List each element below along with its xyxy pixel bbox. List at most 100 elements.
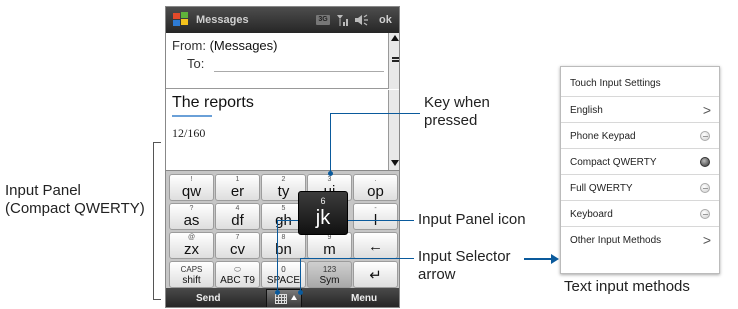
key-label: ABC T9 [220,275,255,286]
callout-arrowhead-icon [551,254,559,264]
menu-item-label: English [570,105,603,116]
key-alt-label: 0 [281,265,286,274]
callout-text: Key when [424,94,490,111]
key-label: as [183,212,200,229]
menu-softkey[interactable]: Menu [351,293,377,304]
radio-button-selected-icon[interactable] [700,157,710,167]
key-l[interactable]: - l [353,203,398,230]
callout-dot [275,290,280,295]
key-when-pressed-callout: Key when pressed [424,94,490,130]
key-label: qw [181,183,202,200]
input-panel-callout: Input Panel (Compact QWERTY) [5,182,145,218]
callout-dot [328,171,333,176]
from-value: (Messages) [209,38,278,53]
text-input-methods-caption: Text input methods [564,278,690,295]
scroll-down-icon[interactable] [391,160,399,166]
input-panel-icon-callout: Input Panel icon [418,211,526,228]
key-er[interactable]: 1 er [215,174,260,201]
key-alt-label: CAPS [180,265,203,274]
key-label: m [323,241,336,258]
radio-button-icon[interactable] [700,209,710,219]
input-selector-arrow-callout: Input Selector arrow [418,248,511,284]
from-label: From: [172,38,206,53]
key-qw[interactable]: ! qw [169,174,214,201]
from-field[interactable]: From: (Messages) [172,38,278,53]
menu-item-label: Other Input Methods [570,235,662,246]
key-sym[interactable]: 123 Sym [307,261,352,288]
menu-item-compact-qwerty[interactable]: Compact QWERTY [561,149,719,175]
key-zx[interactable]: @ zx [169,232,214,259]
callout-line [300,258,414,259]
backspace-icon: ← [368,238,383,255]
chevron-right-icon: > [702,102,711,118]
key-m[interactable]: 9 m [307,232,352,259]
key-label: zx [184,241,199,258]
body-scrollbar[interactable] [388,90,399,170]
title-bar: Messages 3G ok [166,7,399,33]
callout-line [330,113,331,173]
menu-item-english[interactable]: English > [561,97,719,123]
menu-item-label: Touch Input Settings [570,78,661,89]
callout-text: (Compact QWERTY) [5,200,145,217]
speaker-icon[interactable] [354,13,370,27]
key-alt-label: 123 [322,265,337,274]
input-panel-button[interactable] [266,289,302,307]
key-alt-label: 6 [320,196,326,206]
key-shift[interactable]: CAPS shift [169,261,214,288]
compact-qwerty-keyboard: ! qw 1 er 2 ty 3 ui . op ? as 4 df 5 [166,170,399,288]
signal-icon [337,15,348,26]
message-body[interactable]: The reports 12/160 [166,90,388,170]
to-label: To: [187,56,205,71]
callout-text: Input Panel [5,182,81,199]
3g-icon: 3G [316,15,330,25]
callout-text: pressed [424,112,478,129]
menu-item-full-qwerty[interactable]: Full QWERTY [561,175,719,201]
key-enter[interactable]: ↵ [353,261,398,288]
scroll-grip-icon[interactable] [392,57,399,62]
key-label: shift [182,275,201,286]
callout-line [277,220,278,292]
message-header: From: (Messages) To: [166,33,388,89]
to-field[interactable] [214,71,384,72]
toggle-switch-icon: ⬭ [234,265,241,274]
key-op[interactable]: . op [353,174,398,201]
ok-button[interactable]: ok [379,14,392,26]
menu-item-touch-input-settings[interactable]: Touch Input Settings [561,67,719,97]
key-label: jk [315,207,331,229]
input-panel-bracket [153,142,161,300]
send-softkey[interactable]: Send [196,293,220,304]
callout-line [300,258,301,293]
message-subject: The reports [172,94,254,111]
input-selector-arrow-icon[interactable] [291,295,297,300]
menu-item-label: Compact QWERTY [570,157,657,168]
header-scrollbar[interactable] [388,33,399,89]
key-df[interactable]: 4 df [215,203,260,230]
menu-item-label: Phone Keypad [570,131,636,142]
menu-item-phone-keypad[interactable]: Phone Keypad [561,123,719,149]
key-bn[interactable]: 8 bn [261,232,306,259]
menu-item-label: Keyboard [570,209,613,220]
menu-item-keyboard[interactable]: Keyboard [561,201,719,227]
enter-icon: ↵ [369,267,382,284]
key-label: Sym [319,275,340,286]
app-title: Messages [196,14,249,26]
key-label: bn [275,241,292,258]
menu-item-other-input-methods[interactable]: Other Input Methods > [561,227,719,253]
scroll-up-icon[interactable] [391,35,399,41]
input-methods-menu: Touch Input Settings English > Phone Key… [560,66,720,274]
callout-dot [298,290,303,295]
text-cursor-underline [172,115,212,117]
key-as[interactable]: ? as [169,203,214,230]
key-backspace[interactable]: ← [353,232,398,259]
key-cv[interactable]: 7 cv [215,232,260,259]
phone-screen: Messages 3G ok From: (Messages) To: The … [165,6,400,308]
radio-button-icon[interactable] [700,131,710,141]
softkey-bar: Send Menu [166,288,399,307]
radio-button-icon[interactable] [700,183,710,193]
callout-line [330,113,420,114]
menu-item-label: Full QWERTY [570,183,633,194]
key-t9-toggle[interactable]: ⬭ ABC T9 [215,261,260,288]
windows-start-icon[interactable] [172,11,190,29]
key-jk-pressed[interactable]: 6 jk [298,191,348,235]
callout-arrow-line [524,258,552,260]
